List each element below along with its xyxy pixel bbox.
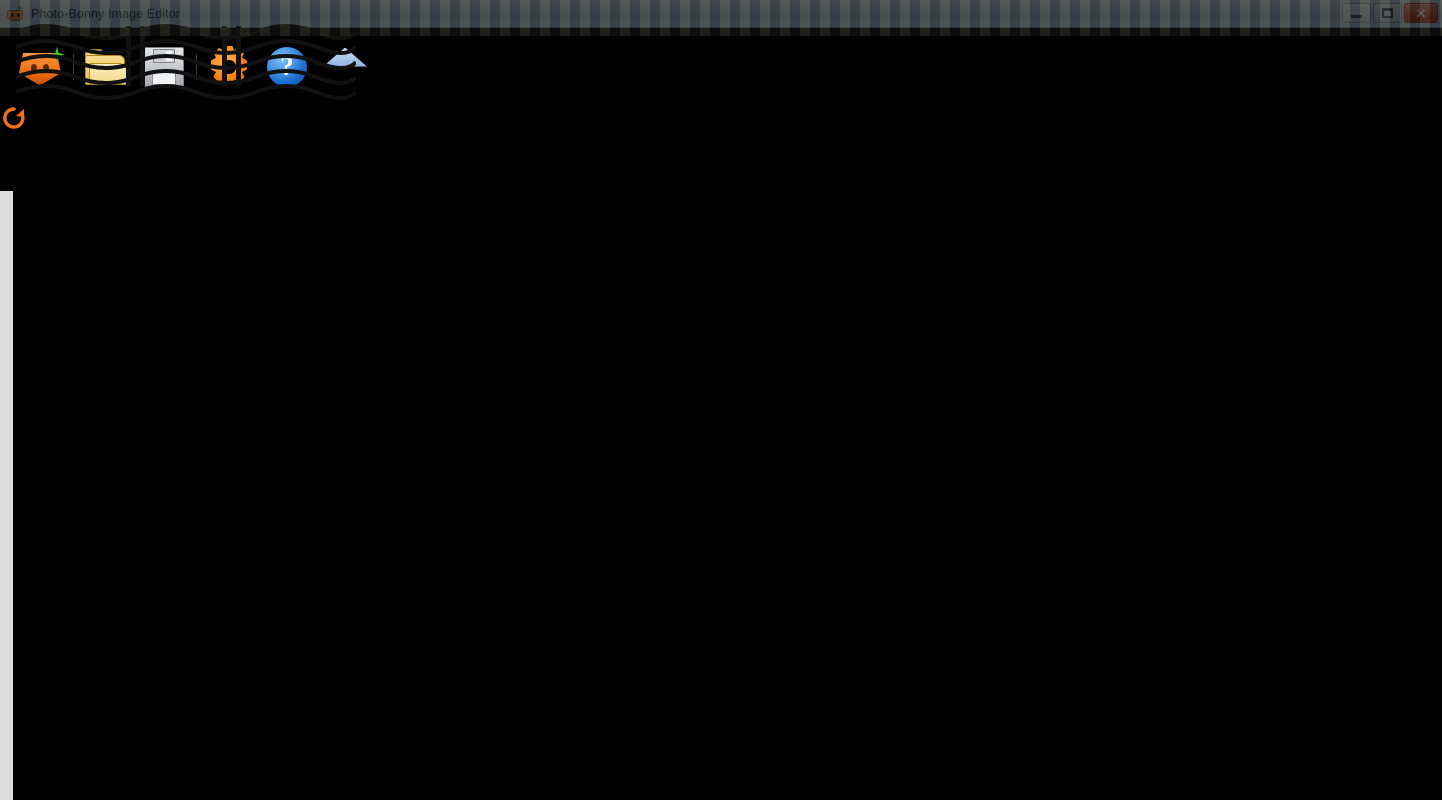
stamp-perforation xyxy=(0,724,13,737)
stamp-perforation xyxy=(0,555,13,568)
stamp-perforation xyxy=(0,425,13,438)
stamp-perforation xyxy=(0,295,13,308)
stamp-perforation xyxy=(0,607,13,620)
stamp-perforation xyxy=(0,360,13,373)
stamp-perforation xyxy=(0,438,13,451)
stamp-perforation xyxy=(0,373,13,386)
stamp-perforation xyxy=(0,711,13,724)
stamp-perforation xyxy=(0,269,13,282)
stamp-perforation xyxy=(0,451,13,464)
stamp-perforation xyxy=(0,464,13,477)
stamp-perforation xyxy=(0,321,13,334)
stamp-perforation xyxy=(0,542,13,555)
crop-label: Crop xyxy=(0,137,35,154)
stamp-perforation xyxy=(0,516,13,529)
stamp-perforation xyxy=(0,633,13,646)
canvas-area[interactable]: Photo-Bonny Bon 2020.01.01 www.photo-bon… xyxy=(0,0,1442,800)
save-image-size-label: Save Image Size xyxy=(0,155,121,172)
stamp-perforation xyxy=(0,698,13,711)
stamp-perforation xyxy=(0,308,13,321)
stamp-perforation xyxy=(0,334,13,347)
stamp-perforation xyxy=(0,347,13,360)
stamp-perforation xyxy=(0,399,13,412)
stamp-perforation xyxy=(0,191,13,204)
stamp-frame xyxy=(0,24,1442,800)
stamp-perforation xyxy=(0,386,13,399)
stamp-perforation xyxy=(0,594,13,607)
stamp-perforation xyxy=(0,256,13,269)
stamp-perforation xyxy=(0,490,13,503)
stamp-perforation xyxy=(0,789,13,800)
stamp-perforation xyxy=(0,737,13,750)
stamp-perforation xyxy=(0,412,13,425)
stamp-perforation xyxy=(0,243,13,256)
stamp-perforation xyxy=(0,646,13,659)
stamp-perforation xyxy=(0,763,13,776)
stamp-perforation xyxy=(0,672,13,685)
cancellation-lines xyxy=(16,24,356,100)
stamp-perforation xyxy=(0,282,13,295)
stamp-perforation xyxy=(0,503,13,516)
original-size-label: Original Size 1600x1070 (1,7MillionPixel… xyxy=(0,173,300,190)
stamp-perforation xyxy=(0,581,13,594)
stamp-perforation xyxy=(0,230,13,243)
stamp-perforation xyxy=(0,750,13,763)
stamp-perforation xyxy=(0,776,13,789)
stamp-perforation xyxy=(0,620,13,633)
photo-background-band xyxy=(0,0,1442,36)
stamp-perforation xyxy=(0,659,13,672)
stamp-perforation xyxy=(0,477,13,490)
crop-button[interactable]: Crop xyxy=(0,137,1442,155)
stamp-perforation xyxy=(0,217,13,230)
scroll-right-arrow[interactable]: ▶ xyxy=(1428,71,1440,91)
stamp-perforation xyxy=(0,204,13,217)
stamp-perforation xyxy=(0,568,13,581)
stamp-perforation xyxy=(0,529,13,542)
stamp-perforation xyxy=(0,685,13,698)
edited-image[interactable]: Photo-Bonny Bon 2020.01.01 www.photo-bon… xyxy=(0,0,1442,800)
